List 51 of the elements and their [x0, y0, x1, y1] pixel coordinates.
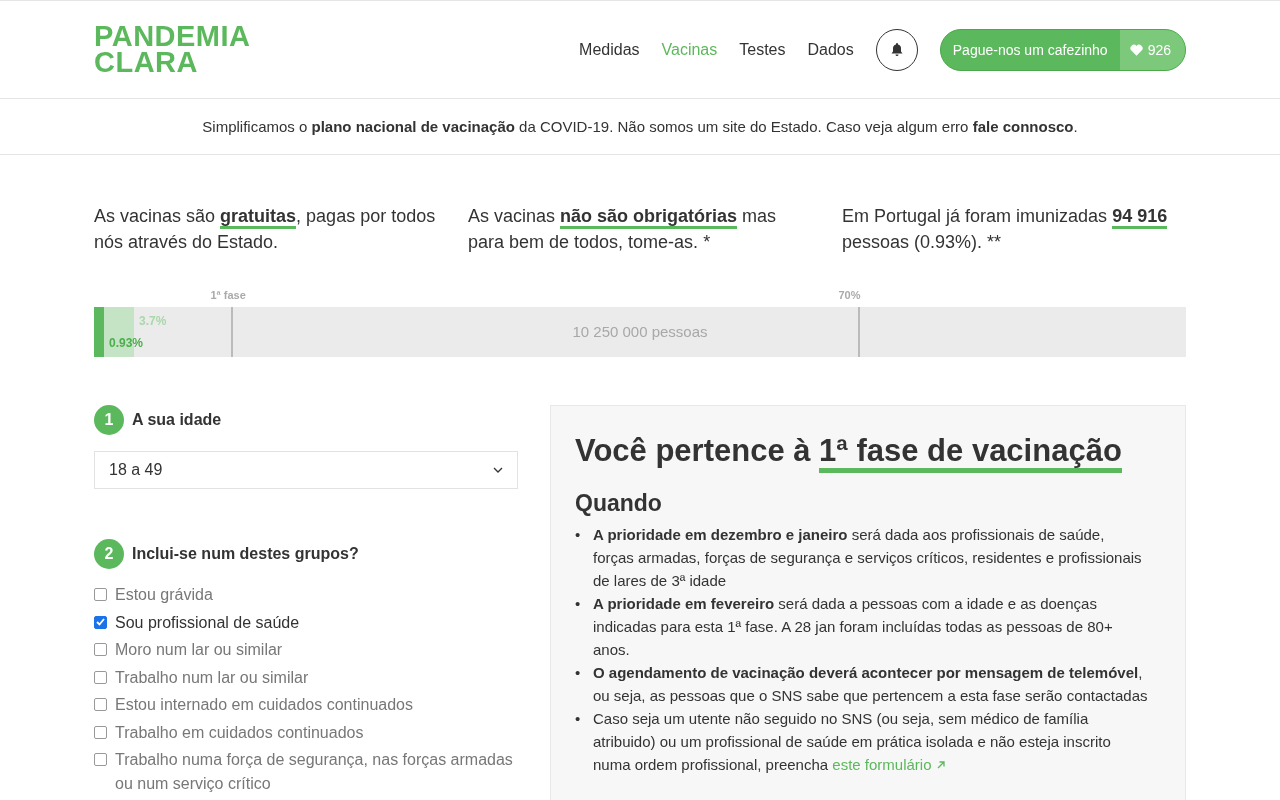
result-title: Você pertence à	[575, 433, 812, 468]
bell-icon	[889, 42, 904, 57]
checkbox-label[interactable]: Estou internado em cuidados continuados	[115, 693, 413, 717]
step-title: A sua idade	[132, 411, 222, 429]
notification-button[interactable]	[875, 28, 918, 71]
fact-text: As vacinas não são obrigatórias mas para bem de todos, tome-as. *	[468, 205, 778, 254]
marker-label: 1ª fase	[210, 289, 246, 301]
checkbox-label[interactable]: Estou grávida	[115, 583, 213, 607]
heart-icon	[1129, 43, 1143, 56]
external-link-icon	[935, 760, 946, 770]
checkbox[interactable]	[94, 670, 107, 684]
section-heading: Quando	[575, 490, 663, 517]
bullet-text: O agendamento de vacinação deverá acontecer por mensagem de telemóvel, ou seja, as pessoas que o SNS sabe que pertencem a esta fase serão contactadas	[593, 663, 1149, 706]
checkbox[interactable]	[94, 588, 107, 601]
bullet-text: A prioridade em fevereiro será dada a pessoas com a idade e as doenças indicadas para esta 1ª fase. A 28 jan foram incluídas todas as pessoas de 80+ anos.	[593, 594, 1114, 660]
checkbox[interactable]	[94, 615, 107, 629]
bullet-marker: •	[575, 709, 582, 729]
percent-label: 3.7%	[139, 314, 167, 328]
checkbox[interactable]	[94, 753, 107, 766]
chevron-down-icon	[493, 467, 503, 473]
step-number: 1	[94, 405, 124, 435]
checkbox-label[interactable]: Trabalho em cuidados continuados	[115, 720, 364, 744]
checkbox[interactable]	[94, 698, 107, 711]
step-title: Inclui-se num destes grupos?	[132, 545, 359, 563]
marker-label: 70%	[838, 289, 861, 301]
nav-link[interactable]: Testes	[739, 40, 786, 59]
checkbox[interactable]	[94, 643, 107, 656]
checkbox[interactable]	[94, 725, 107, 739]
percent-label: 0.93%	[109, 336, 144, 350]
nav-link[interactable]: Dados	[807, 40, 854, 59]
bullet-marker: •	[575, 663, 582, 683]
bullet-marker: •	[575, 594, 582, 614]
phase-highlight: 1ª fase de vacinação	[819, 433, 1122, 473]
fact-text: As vacinas são gratuitas, pagas por todos nós através do Estado.	[94, 205, 437, 254]
donate-button[interactable]: Pague-nos um cafezinho 926	[939, 28, 1186, 71]
checkbox-label[interactable]: Trabalho num lar ou similar	[115, 665, 309, 689]
checkbox-label[interactable]: Trabalho numa força de segurança, nas forças armadas ou num serviço crítico	[115, 748, 518, 795]
checkbox-label[interactable]: Sou profissional de saúde	[115, 610, 300, 634]
bullet-marker: •	[575, 525, 582, 545]
like-count: 926	[1147, 41, 1171, 58]
step-number: 2	[94, 539, 124, 569]
population-label: 10 250 000 pessoas	[571, 323, 709, 340]
nav-link[interactable]: Medidas	[579, 40, 640, 59]
checkbox-label[interactable]: Moro num lar ou similar	[115, 638, 283, 662]
fact-text: Em Portugal já foram imunizadas 94 916 pessoas (0.93%). **	[842, 205, 1169, 254]
age-select[interactable]: 18 a 49	[94, 451, 518, 489]
form-link[interactable]: este formulário	[832, 756, 946, 773]
logo[interactable]: PANDEMIA CLARA	[94, 23, 251, 75]
disclaimer-text: Simplificamos o plano nacional de vacinação da COVID-19. Não somos um site do Estado. Caso veja algum erro fale connosco.	[202, 118, 1078, 135]
bullet-text: Caso seja um utente não seguido no SNS (ou seja, sem médico de família atribuido) ou um profissional de saúde em prática isolada e não esteja inscrito numa ordem profissional, preencha este formulário	[593, 709, 1112, 775]
nav-link[interactable]: Vacinas	[661, 40, 718, 59]
